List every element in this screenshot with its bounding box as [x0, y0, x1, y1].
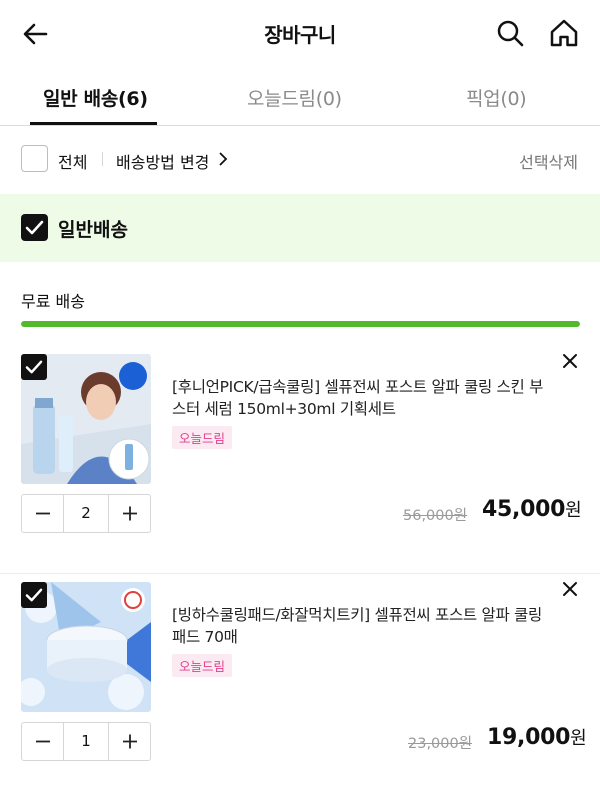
original-price: 56,000원	[403, 508, 468, 524]
close-icon[interactable]	[561, 352, 579, 370]
today-delivery-badge: 오늘드림	[172, 654, 233, 677]
standard-delivery-group-header: 일반배송	[0, 194, 600, 262]
price-value: 19,000	[487, 725, 571, 750]
cart-item: [빙하수쿨링패드/화잘먹치트키] 셀퓨전씨 포스트 알파 쿨링 패드 70매 오…	[0, 576, 600, 792]
free-shipping-progress	[21, 321, 580, 327]
cart-item: [후니언PICK/급속쿨링] 셀퓨전씨 포스트 알파 쿨링 스킨 부스터 세럼 …	[0, 348, 600, 574]
change-delivery-method-link[interactable]: 배송방법 변경	[116, 149, 209, 173]
product-name[interactable]: [후니언PICK/급속쿨링] 셀퓨전씨 포스트 알파 쿨링 스킨 부스터 세럼 …	[172, 376, 552, 420]
minus-icon	[36, 512, 50, 515]
chevron-right-icon	[219, 152, 228, 166]
sale-price: 45,000원	[482, 496, 582, 522]
search-icon[interactable]	[494, 17, 526, 49]
delivery-tabs: 일반 배송(6) 오늘드림(0) 픽업(0)	[0, 66, 600, 126]
decrease-quantity-button[interactable]	[22, 495, 64, 532]
divider	[102, 152, 103, 166]
quantity-stepper: 2	[21, 494, 151, 533]
selection-bar: 전체 배송방법 변경 선택삭제	[0, 126, 600, 192]
today-delivery-badge: 오늘드림	[172, 426, 233, 449]
delete-selected-button[interactable]: 선택삭제	[519, 149, 578, 173]
group-label: 일반배송	[58, 219, 128, 241]
select-all-label[interactable]: 전체	[58, 149, 87, 173]
decrease-quantity-button[interactable]	[22, 723, 64, 760]
increase-quantity-button[interactable]	[108, 495, 150, 532]
price-currency: 원	[565, 500, 582, 521]
price-currency: 원	[570, 728, 587, 749]
item-checkbox[interactable]	[21, 582, 47, 608]
plus-icon	[123, 506, 137, 521]
check-icon	[25, 588, 43, 602]
home-icon[interactable]	[548, 17, 580, 49]
item-checkbox[interactable]	[21, 354, 47, 380]
increase-quantity-button[interactable]	[108, 723, 150, 760]
quantity-stepper: 1	[21, 722, 151, 761]
quantity-value[interactable]: 1	[64, 732, 108, 750]
original-price: 23,000원	[408, 736, 473, 752]
active-tab-indicator	[30, 122, 157, 125]
select-all-checkbox[interactable]	[21, 145, 48, 172]
sale-price: 19,000원	[487, 724, 587, 750]
check-icon	[25, 360, 43, 374]
close-icon[interactable]	[561, 580, 579, 598]
group-checkbox[interactable]	[21, 214, 48, 241]
product-name[interactable]: [빙하수쿨링패드/화잘먹치트키] 셀퓨전씨 포스트 알파 쿨링 패드 70매	[172, 604, 552, 648]
check-icon	[25, 220, 44, 235]
tab-today-delivery[interactable]: 오늘드림(0)	[247, 84, 342, 111]
tab-standard-delivery[interactable]: 일반 배송(6)	[43, 84, 148, 111]
plus-icon	[123, 734, 137, 749]
tab-pickup[interactable]: 픽업(0)	[466, 84, 527, 111]
quantity-value[interactable]: 2	[64, 504, 108, 522]
minus-icon	[36, 740, 50, 743]
progress-fill	[21, 321, 580, 327]
top-app-bar: 장바구니	[0, 0, 600, 66]
free-shipping-label: 무료 배송	[21, 292, 85, 311]
price-value: 45,000	[482, 497, 566, 522]
